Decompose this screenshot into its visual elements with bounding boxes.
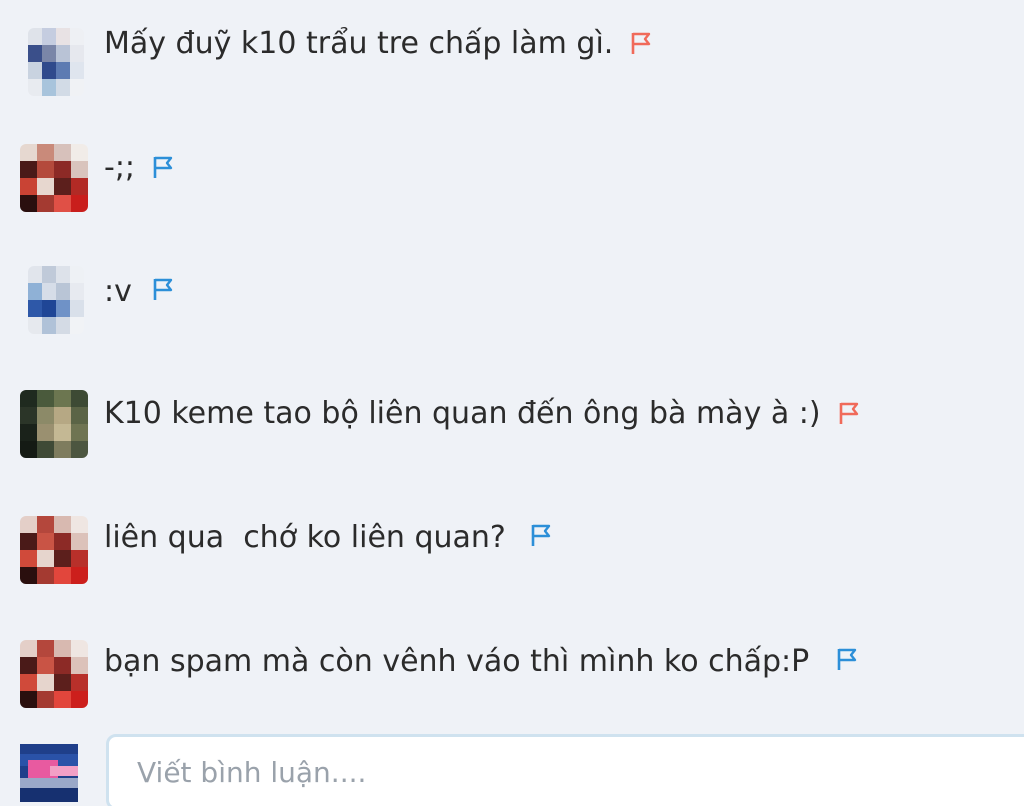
comment-text: Mấy đuỹ k10 trẩu tre chấp làm gì.	[104, 26, 614, 61]
avatar[interactable]	[28, 266, 84, 334]
blue-flag-icon[interactable]	[150, 276, 176, 302]
comment-text: K10 keme tao bộ liên quan đến ông bà mày…	[104, 396, 821, 431]
red-flag-icon[interactable]	[836, 400, 862, 426]
comment-text: -;;	[104, 150, 136, 185]
blue-flag-icon[interactable]	[834, 646, 860, 672]
comment-thread: Mấy đuỹ k10 trẩu tre chấp làm gì. -;; :v	[0, 0, 1024, 806]
comment-item: -;;	[0, 144, 1024, 238]
avatar[interactable]	[20, 640, 88, 708]
current-user-avatar	[20, 744, 78, 802]
comment-text: :v	[104, 274, 132, 309]
comment-composer	[0, 730, 1024, 806]
avatar[interactable]	[20, 390, 88, 458]
comment-item: bạn spam mà còn vênh váo thì mình ko chấ…	[0, 640, 1024, 732]
blue-flag-icon[interactable]	[528, 522, 554, 548]
comment-text: bạn spam mà còn vênh váo thì mình ko chấ…	[104, 644, 810, 679]
comment-input[interactable]	[106, 734, 1024, 806]
red-flag-icon[interactable]	[628, 30, 654, 56]
avatar[interactable]	[28, 28, 84, 96]
avatar[interactable]	[20, 516, 88, 584]
comment-item: Mấy đuỹ k10 trẩu tre chấp làm gì.	[0, 24, 1024, 114]
avatar[interactable]	[20, 144, 88, 212]
blue-flag-icon[interactable]	[150, 154, 176, 180]
comment-text: liên qua chớ ko liên quan?	[104, 520, 506, 555]
comment-item: :v	[0, 266, 1024, 362]
comment-item: liên qua chớ ko liên quan?	[0, 516, 1024, 608]
comment-item: K10 keme tao bộ liên quan đến ông bà mày…	[0, 390, 1024, 484]
